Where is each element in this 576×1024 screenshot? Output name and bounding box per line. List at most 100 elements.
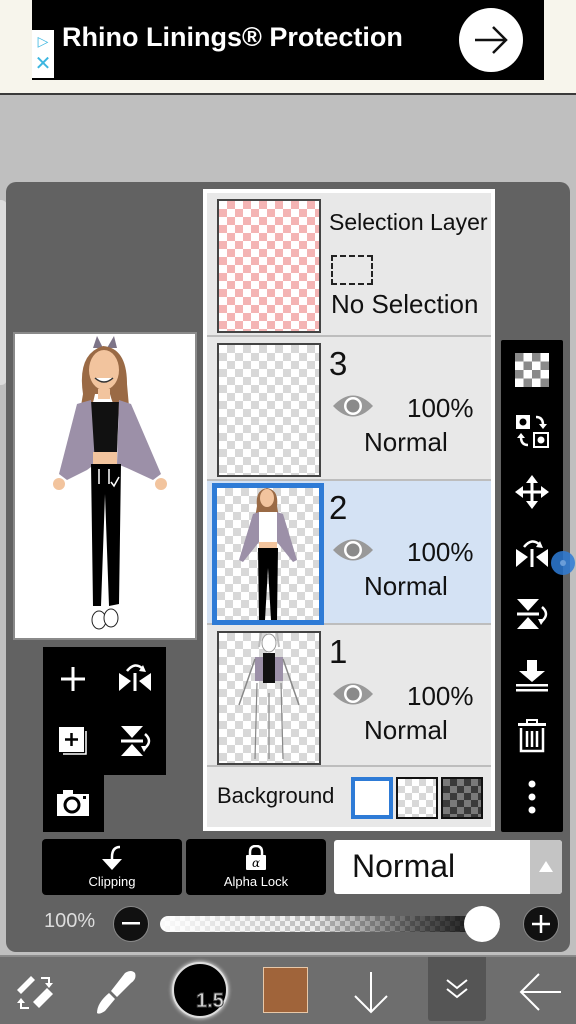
flip-horizontal-icon	[516, 540, 548, 567]
brush-eraser-swap-icon	[17, 975, 53, 1009]
layer-number: 2	[329, 489, 348, 526]
flip-horizontal-icon	[119, 664, 151, 691]
layer-item[interactable]: 1 100% Normal	[207, 625, 491, 767]
opacity-decrease-button[interactable]	[113, 906, 149, 942]
flip-horizontal-button-right[interactable]	[501, 523, 563, 583]
layer-opacity: 100%	[407, 393, 474, 423]
clipping-label: Clipping	[88, 874, 136, 889]
current-color-swatch[interactable]	[263, 967, 308, 1013]
ad-title[interactable]: Rhino Linings® Protection	[62, 22, 403, 53]
close-icon[interactable]: ✕	[34, 54, 52, 74]
selection-marquee-icon	[331, 255, 373, 285]
collapse-panel-button[interactable]	[428, 957, 486, 1021]
more-vertical-icon	[528, 780, 536, 814]
trash-icon	[518, 719, 546, 753]
opacity-label: 100%	[44, 910, 96, 932]
flip-vertical-icon	[121, 726, 151, 756]
background-white-option[interactable]	[351, 777, 393, 819]
eye-icon[interactable]	[331, 391, 375, 421]
background-label: Background	[217, 783, 335, 808]
plus-icon	[61, 667, 85, 691]
layer-item-selected[interactable]: 2 100% Normal	[207, 481, 491, 625]
eye-icon[interactable]	[331, 535, 375, 565]
arrow-down-icon	[354, 971, 388, 1013]
paintbrush-icon	[97, 970, 136, 1014]
canvas-preview[interactable]	[13, 332, 197, 640]
layer-number: 1	[329, 633, 348, 670]
alpha-lock-button[interactable]: α Alpha Lock	[186, 839, 326, 895]
flip-vertical-icon	[517, 599, 548, 629]
alpha-lock-label: Alpha Lock	[223, 874, 289, 889]
brush-tool-button[interactable]	[82, 957, 152, 1024]
more-options-button[interactable]	[501, 767, 563, 827]
layer-number: 3	[329, 345, 348, 382]
right-toolbar	[501, 340, 563, 832]
brush-size-button[interactable]: 1.5	[172, 962, 228, 1018]
back-button[interactable]	[506, 957, 576, 1024]
merge-down-button[interactable]	[501, 645, 563, 705]
selection-status: No Selection	[331, 289, 479, 319]
arrow-right-icon	[475, 26, 508, 54]
brush-size-value: 1.5	[196, 990, 225, 1013]
double-chevron-down-icon	[446, 979, 468, 999]
flip-vertical-button-right[interactable]	[501, 584, 563, 644]
layer-blend-mode: Normal	[364, 571, 448, 601]
flip-horizontal-button[interactable]	[105, 649, 165, 709]
ad-banner[interactable]: ▷ ✕ Rhino Linings® Protection	[32, 0, 544, 80]
checkerboard-icon	[515, 353, 549, 387]
layer-thumbnail	[212, 483, 324, 625]
layer-blend-mode: Normal	[364, 427, 448, 457]
layer-thumbnail	[217, 199, 321, 333]
ad-badge: ▷ ✕	[32, 30, 54, 78]
layer-thumbnail	[217, 343, 321, 477]
background-transparent-option[interactable]	[396, 777, 438, 819]
layer-opacity: 100%	[407, 537, 474, 567]
floating-touch-indicator[interactable]	[551, 551, 575, 575]
layer-blend-mode: Normal	[364, 715, 448, 745]
character-drawing	[53, 336, 167, 630]
layer-list: Selection Layer No Selection 3 100% Norm…	[203, 189, 495, 831]
flip-vertical-button[interactable]	[105, 711, 165, 771]
move-arrows-icon	[515, 475, 549, 509]
background-dark-checker-option[interactable]	[441, 777, 483, 819]
blend-mode-value: Normal	[352, 848, 456, 884]
delete-layer-button[interactable]	[501, 706, 563, 766]
camera-icon	[57, 790, 89, 816]
layer-item[interactable]: 3 100% Normal	[207, 337, 491, 481]
swap-layer-icon	[516, 415, 549, 448]
add-layer-button[interactable]	[43, 649, 103, 709]
add-copy-icon	[59, 727, 87, 755]
ad-area: ▷ ✕ Rhino Linings® Protection	[0, 0, 576, 95]
left-tool-grid	[43, 647, 166, 832]
plus-icon	[532, 915, 550, 933]
opacity-increase-button[interactable]	[523, 906, 559, 942]
duplicate-layer-button[interactable]	[43, 711, 103, 771]
caret-up-icon[interactable]	[530, 840, 562, 894]
ad-cta-button[interactable]	[459, 8, 523, 72]
opacity-slider[interactable]	[160, 916, 500, 932]
clipping-button[interactable]: Clipping	[42, 839, 182, 895]
layer-down-button[interactable]	[336, 957, 406, 1024]
layer-opacity: 100%	[407, 681, 474, 711]
alpha-lock-icon: α	[246, 845, 266, 870]
selection-layer-title: Selection Layer	[329, 209, 488, 235]
svg-text:α: α	[252, 856, 260, 870]
selection-layer[interactable]: Selection Layer No Selection	[207, 193, 491, 337]
background-row: Background	[207, 767, 491, 827]
transparency-button[interactable]	[501, 340, 563, 400]
minus-icon	[122, 922, 140, 925]
opacity-slider-thumb[interactable]	[464, 906, 500, 942]
move-button[interactable]	[501, 462, 563, 522]
camera-button[interactable]	[43, 773, 103, 833]
layer-thumbnail-drawing	[238, 633, 300, 760]
eye-icon[interactable]	[331, 679, 375, 709]
quick-swap-tool-button[interactable]	[0, 957, 70, 1024]
adchoices-icon[interactable]: ▷	[35, 32, 51, 50]
arrow-left-icon	[519, 972, 561, 1011]
layer-thumbnail	[217, 631, 321, 765]
merge-down-icon	[516, 660, 548, 692]
layer-thumbnail-drawing	[239, 488, 297, 620]
clipping-arrow-icon	[102, 845, 122, 870]
blend-mode-select[interactable]: Normal	[334, 840, 562, 894]
swap-layer-button[interactable]	[501, 401, 563, 461]
